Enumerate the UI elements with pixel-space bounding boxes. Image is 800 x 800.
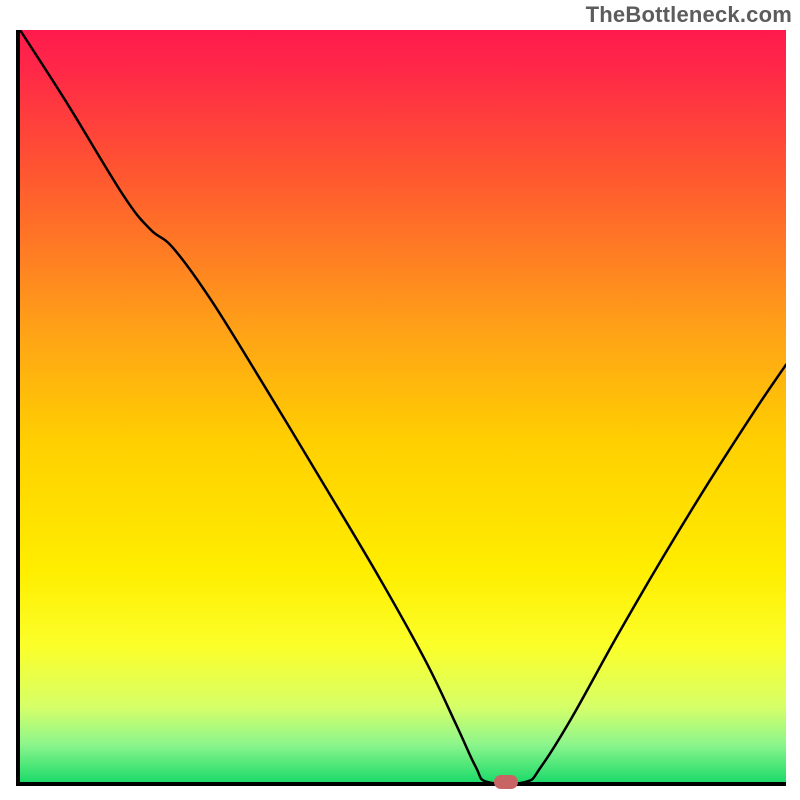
axes-frame [16, 30, 786, 786]
chart-container: TheBottleneck.com [0, 0, 800, 800]
watermark-text: TheBottleneck.com [586, 2, 792, 28]
optimal-point-marker [494, 775, 518, 789]
